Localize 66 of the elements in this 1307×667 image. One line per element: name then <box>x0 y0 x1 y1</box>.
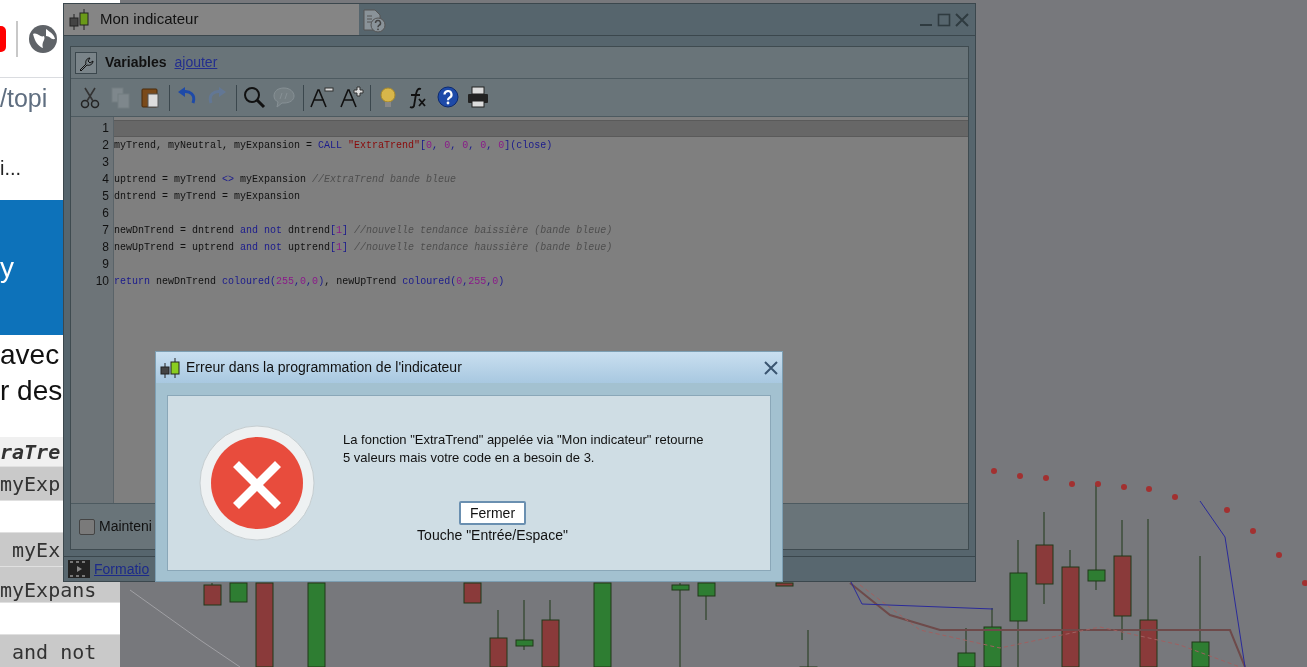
candlestick <box>463 582 482 604</box>
indicator-dot <box>1095 481 1101 487</box>
code-line: myTrend, myNeutral, myExpansion = CALL "ExtraTrend"[0, 0, 0, 0, 0](close) <box>114 140 553 151</box>
candlestick <box>229 582 248 603</box>
help-icon[interactable] <box>437 85 461 110</box>
variables-label: Variables <box>105 53 167 72</box>
close-button[interactable]: Fermer <box>458 500 527 525</box>
indicator-dot <box>1017 473 1023 479</box>
line-number: 10 <box>94 273 110 290</box>
font-larger-icon[interactable] <box>340 85 364 110</box>
indicator-dot <box>1121 484 1127 490</box>
indicator-dot <box>1172 494 1178 500</box>
dialog-title: Erreur dans la programmation de l'indicateur <box>186 358 463 377</box>
help-document-icon[interactable] <box>361 6 387 33</box>
close-icon[interactable] <box>764 360 778 375</box>
url-text: /topi <box>0 83 48 114</box>
line-number: 9 <box>101 256 110 273</box>
globe-icon[interactable] <box>28 23 58 54</box>
line-number: 2 <box>101 137 110 154</box>
paragraph-text: avec <box>0 338 61 372</box>
indicator-dot <box>1250 528 1256 534</box>
candlestick <box>515 599 534 651</box>
indicator-dot <box>1276 552 1282 558</box>
candlestick <box>775 582 794 587</box>
candlestick <box>489 609 508 667</box>
line-number: 3 <box>101 154 110 171</box>
font-smaller-icon[interactable] <box>310 85 334 110</box>
error-message: 5 valeurs mais votre code en a besoin de 3. <box>343 448 596 467</box>
checkbox-label: Mainteni <box>99 517 152 536</box>
indicator-dot <box>1146 486 1152 492</box>
banner-text: y <box>0 250 14 285</box>
line-number: 4 <box>101 171 110 188</box>
code-text: raTre <box>0 439 61 464</box>
candlestick <box>983 607 1002 667</box>
candlestick <box>541 599 560 667</box>
error-icon <box>199 425 315 541</box>
tab-text: i... <box>0 156 22 181</box>
keyboard-hint: Touche "Entrée/Espace" <box>417 525 568 545</box>
search-icon[interactable] <box>243 85 267 110</box>
checkbox[interactable] <box>79 518 95 535</box>
indicator-dot <box>1224 507 1230 513</box>
film-icon <box>68 560 90 578</box>
candlestick-icon <box>160 356 182 379</box>
code-text: myExpans <box>0 578 97 602</box>
indicator-dot <box>1043 475 1049 481</box>
candlestick <box>697 582 716 621</box>
error-message: La fonction "ExtraTrend" appelée via "Mon indicateur" retourne <box>343 430 704 449</box>
code-text: myEx <box>11 537 61 562</box>
indicator-dot <box>1069 481 1075 487</box>
candlestick <box>799 629 818 667</box>
paragraph-text: r des <box>0 374 64 408</box>
line-number: 5 <box>101 188 110 205</box>
window-tab[interactable]: Mon indicateur <box>64 4 359 35</box>
code-text: and not <box>11 639 97 664</box>
wrench-icon[interactable] <box>75 51 97 74</box>
indicator-dot <box>991 468 997 474</box>
candlestick <box>203 582 222 606</box>
line-number: 8 <box>101 239 110 256</box>
code-text: myExp <box>0 471 61 496</box>
candlestick <box>957 627 976 667</box>
line-number: 6 <box>101 205 110 222</box>
line-number: 7 <box>101 222 110 239</box>
code-line: return newDnTrend coloured(255,0,0), newUpTrend coloured(0,255,0) <box>114 276 505 287</box>
code-line: dntrend = myTrend = myExpansion <box>114 191 301 202</box>
line-number: 1 <box>101 120 110 137</box>
printer-icon[interactable] <box>467 85 491 110</box>
